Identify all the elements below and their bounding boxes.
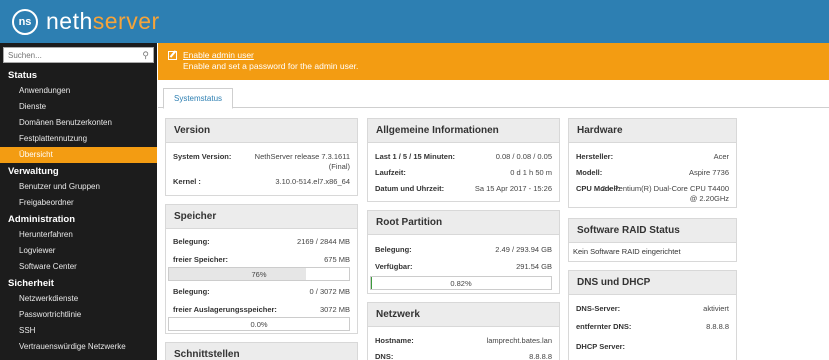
swap-frei-label: freier Auslagerungsspeicher: [173,305,277,314]
sidebar-item-festplattennutzung[interactable]: Festplattennutzung [0,131,157,147]
netzwerk-dns-label: DNS: [375,352,394,360]
panel-title: Root Partition [368,211,559,235]
system-version-value: NethServer release 7.3.1611 [254,152,350,161]
datum-value: Sa 15 Apr 2017 - 15:26 [474,184,552,193]
netzwerk-dns-value: 8.8.8.8 [529,352,552,360]
sidebar-item-logviewer[interactable]: Logviewer [0,243,157,259]
memory-percent-label: 76% [251,270,267,279]
panel-title: Schnittstellen [166,343,357,360]
raid-status-text: Kein Software RAID eingerichtet [573,247,681,256]
dhcp-server-label: DHCP Server: [576,342,626,351]
swap-progress-bar: 0.0% [168,317,350,331]
sidebar: ⚲ Status Anwendungen Dienste Domänen Ben… [0,43,157,360]
last-value: 0.08 / 0.08 / 0.05 [495,152,552,161]
tab-bar: Systemstatus [158,80,829,109]
panel-title: Version [166,119,357,143]
memory-progress-bar: 76% [168,267,350,281]
root-progress-fill [371,277,373,289]
tab-systemstatus[interactable]: Systemstatus [163,88,234,109]
root-belegung-value: 2.49 / 293.94 GB [495,245,552,254]
swap-belegung-value: 0 / 3072 MB [309,287,350,296]
dns-server-value: aktiviert [703,304,729,313]
datum-label: Datum und Uhrzeit: [375,184,445,193]
kernel-value: 3.10.0-514.el7.x86_64 [275,177,350,186]
sidebar-item-freigabeordner[interactable]: Freigabeordner [0,195,157,211]
cpu-modell-value: 2 x Pentium(R) Dual-Core CPU T4400 [601,184,729,193]
last-label: Last 1 / 5 / 15 Minuten: [375,152,456,161]
sidebar-item-vertrauenswuerdige-netzwerke[interactable]: Vertrauenswürdige Netzwerke [0,339,157,355]
sidebar-item-anwendungen[interactable]: Anwendungen [0,83,157,99]
panel-title: Speicher [166,205,357,229]
logo-mark-icon: ns [12,8,38,35]
laufzeit-label: Laufzeit: [375,168,406,177]
modell-label: Modell: [576,168,603,177]
panel-title: Allgemeine Informationen [368,119,559,143]
panel-speicher: Speicher Belegung: 2169 / 2844 MB freier… [165,204,358,334]
panel-root-partition: Root Partition Belegung: 2.49 / 293.94 G… [367,210,560,294]
dns-server-label: DNS-Server: [576,304,621,313]
panel-software-raid: Software RAID Status Kein Software RAID … [568,218,737,262]
entfernter-dns-label: entfernter DNS: [576,322,632,331]
top-bar: ns nethserver [0,0,829,43]
panel-title: Software RAID Status [569,219,736,243]
nethserver-logo[interactable]: ns nethserver [12,8,160,35]
entfernter-dns-value: 8.8.8.8 [706,322,729,331]
swap-belegung-label: Belegung: [173,287,210,296]
search-input[interactable] [8,50,143,60]
sidebar-item-netzwerkdienste[interactable]: Netzwerkdienste [0,291,157,307]
verfuegbar-value: 291.54 GB [516,262,552,271]
kernel-label: Kernel : [173,177,201,186]
speicher-belegung-label: Belegung: [173,237,210,246]
nav-section-status: Status [8,70,38,81]
laufzeit-value: 0 d 1 h 50 m [510,168,552,177]
logo-text: nethserver [46,8,160,34]
panel-netzwerk: Netzwerk Hostname: lamprecht.bates.lan D… [367,302,560,360]
hostname-value: lamprecht.bates.lan [486,336,552,345]
panel-allgemeine-informationen: Allgemeine Informationen Last 1 / 5 / 15… [367,118,560,202]
root-percent-label: 0.82% [450,279,472,288]
verfuegbar-label: Verfügbar: [375,262,413,271]
admin-user-notice: Enable admin user Enable and set a passw… [158,43,829,80]
hostname-label: Hostname: [375,336,414,345]
freier-speicher-value: 675 MB [324,255,350,264]
panel-version: Version System Version: NethServer relea… [165,118,358,196]
sidebar-item-software-center[interactable]: Software Center [0,259,157,275]
panel-schnittstellen: Schnittstellen [165,342,358,360]
notice-text: Enable and set a password for the admin … [183,61,359,71]
freier-speicher-label: freier Speicher: [173,255,229,264]
hersteller-label: Hersteller: [576,152,614,161]
root-progress-bar: 0.82% [370,276,552,290]
cpu-modell-value-2: @ 2.20GHz [689,194,729,203]
sidebar-item-domaenen-benutzerkonten[interactable]: Domänen Benutzerkonten [0,115,157,131]
swap-frei-value: 3072 MB [319,305,350,314]
swap-percent-label: 0.0% [250,320,268,329]
sidebar-item-passwortrichtlinie[interactable]: Passwortrichtlinie [0,307,157,323]
nav-section-sicherheit: Sicherheit [8,278,54,289]
panel-title: DNS und DHCP [569,271,736,295]
sidebar-item-dienste[interactable]: Dienste [0,99,157,115]
enable-admin-user-link[interactable]: Enable admin user [183,50,254,60]
panel-title: Netzwerk [368,303,559,327]
speicher-belegung-value: 2169 / 2844 MB [297,237,350,246]
system-version-value-2: (Final) [328,162,350,171]
system-version-label: System Version: [173,152,232,161]
sidebar-item-benutzer-gruppen[interactable]: Benutzer und Gruppen [0,179,157,195]
edit-icon [168,50,177,60]
panel-dns-dhcp: DNS und DHCP DNS-Server: aktiviert entfe… [568,270,737,360]
nav-section-administration: Administration [8,214,76,225]
sidebar-item-ssh[interactable]: SSH [0,323,157,339]
memory-progress-fill [169,268,306,280]
panel-hardware: Hardware Hersteller: Acer Modell: Aspire… [568,118,737,208]
modell-value: Aspire 7736 [688,168,729,177]
root-belegung-label: Belegung: [375,245,412,254]
search-icon[interactable]: ⚲ [142,50,149,61]
hersteller-value: Acer [713,152,729,161]
nav-section-verwaltung: Verwaltung [8,166,59,177]
sidebar-item-herunterfahren[interactable]: Herunterfahren [0,227,157,243]
panel-title: Hardware [569,119,736,143]
sidebar-item-uebersicht[interactable]: Übersicht [0,147,157,163]
search-box: ⚲ [3,47,154,63]
